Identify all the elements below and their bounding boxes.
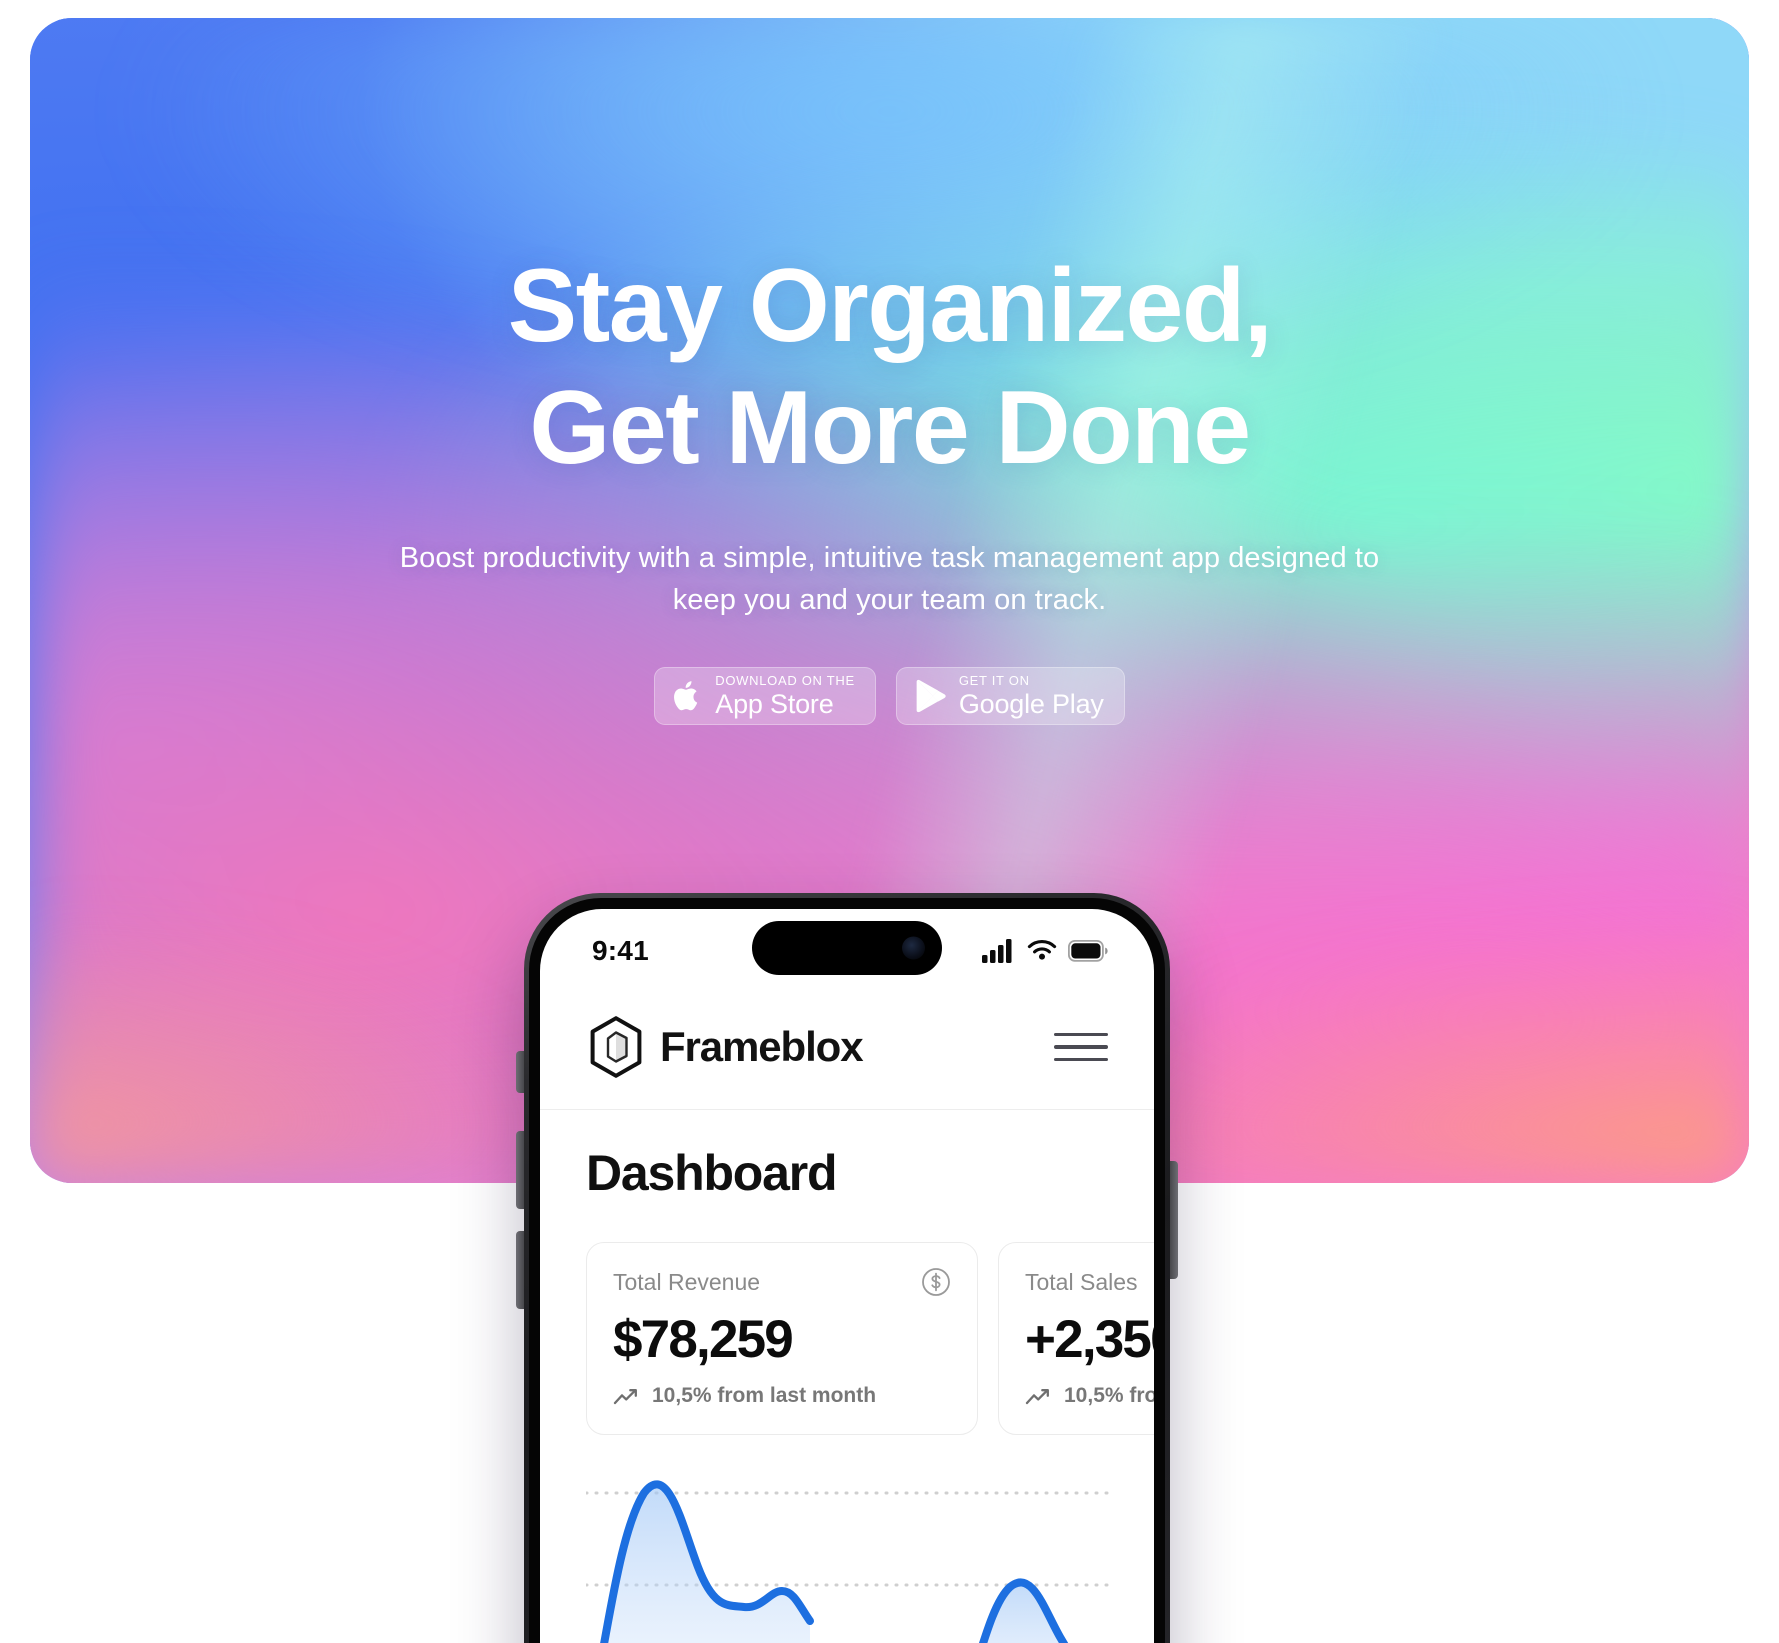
app-body: Dashboard Total Revenue $78,259 10,5% fr… bbox=[540, 1110, 1154, 1643]
revenue-area-chart-svg bbox=[586, 1480, 1116, 1643]
stat-card-header: Total Sales bbox=[1025, 1267, 1154, 1297]
phone-screen: 9:41 Frameblox Dashboard Total Revenue $… bbox=[540, 909, 1154, 1643]
stat-card-total-sales[interactable]: Total Sales +2,350 bbox=[998, 1242, 1154, 1435]
app-header: Frameblox bbox=[540, 993, 1154, 1110]
google-play-icon bbox=[916, 680, 946, 713]
hamburger-bar-3 bbox=[1054, 1057, 1108, 1062]
status-bar: 9:41 bbox=[540, 909, 1154, 993]
status-bar-clock: 9:41 bbox=[592, 935, 649, 966]
page-root: Stay Organized, Get More Done Boost prod… bbox=[0, 0, 1779, 1643]
stat-card-delta: 10,5% from last month bbox=[613, 1384, 951, 1408]
stat-card-delta: 10,5% from last month bbox=[1025, 1384, 1154, 1408]
headline-line-2: Get More Done bbox=[529, 369, 1251, 486]
stat-card-value: +2,350 bbox=[1025, 1310, 1154, 1369]
stat-card-row: Total Revenue $78,259 10,5% from last mo… bbox=[586, 1242, 1154, 1435]
stat-card-delta-text: 10,5% from last month bbox=[1064, 1384, 1154, 1407]
hexagon-cube-logo-icon bbox=[590, 1016, 642, 1078]
store-badges: DOWNLOAD ON THE App Store GET IT ON Goog… bbox=[654, 667, 1125, 726]
dashboard-title: Dashboard bbox=[586, 1145, 838, 1201]
hamburger-bar-2 bbox=[1054, 1045, 1108, 1049]
app-store-top-label: DOWNLOAD ON THE bbox=[715, 673, 855, 689]
hamburger-menu-icon[interactable] bbox=[1054, 1027, 1108, 1068]
app-store-label: DOWNLOAD ON THE App Store bbox=[715, 674, 855, 718]
wifi-icon bbox=[1027, 940, 1057, 960]
stat-card-header: Total Revenue bbox=[613, 1267, 951, 1297]
app-store-main-label: App Store bbox=[715, 689, 834, 720]
phone-power-button[interactable] bbox=[1170, 1161, 1178, 1279]
stat-card-total-revenue[interactable]: Total Revenue $78,259 10,5% from last mo… bbox=[586, 1242, 978, 1435]
hero-subtitle: Boost productivity with a simple, intuit… bbox=[399, 542, 1380, 617]
phone-volume-down-button[interactable] bbox=[516, 1231, 524, 1309]
dollar-circle-icon bbox=[922, 1268, 950, 1296]
apple-icon bbox=[674, 681, 698, 711]
google-play-main-label: Google Play bbox=[958, 689, 1104, 720]
page-title: Stay Organized, Get More Done bbox=[507, 246, 1273, 489]
google-play-button[interactable]: GET IT ON Google Play bbox=[895, 667, 1125, 726]
brand-name: Frameblox bbox=[660, 1023, 864, 1070]
stat-card-delta-text: 10,5% from last month bbox=[652, 1384, 877, 1407]
google-play-top-label: GET IT ON bbox=[958, 673, 1030, 689]
revenue-area-chart bbox=[586, 1471, 1116, 1643]
phone-bezel: 9:41 Frameblox Dashboard Total Revenue $… bbox=[529, 898, 1165, 1643]
stat-card-value: $78,259 bbox=[613, 1310, 794, 1369]
trend-up-icon bbox=[613, 1389, 637, 1405]
cellular-signal-icon bbox=[982, 939, 1012, 963]
chart-area-fill bbox=[604, 1484, 810, 1643]
stat-card-label: Total Revenue bbox=[613, 1268, 761, 1295]
trend-up-icon bbox=[1025, 1389, 1049, 1405]
phone-mockup: 9:41 Frameblox Dashboard Total Revenue $… bbox=[516, 893, 1178, 1643]
battery-icon bbox=[1068, 940, 1108, 962]
dynamic-island bbox=[752, 921, 942, 975]
stat-card-label: Total Sales bbox=[1025, 1268, 1138, 1295]
app-store-button[interactable]: DOWNLOAD ON THE App Store bbox=[654, 667, 876, 726]
headline-line-1: Stay Organized, bbox=[507, 248, 1273, 364]
hamburger-bar-1 bbox=[1054, 1032, 1108, 1037]
phone-volume-up-button[interactable] bbox=[516, 1131, 524, 1209]
google-play-label: GET IT ON Google Play bbox=[959, 674, 1104, 718]
status-bar-icons bbox=[982, 939, 1108, 963]
brand[interactable]: Frameblox bbox=[586, 1015, 864, 1079]
phone-mute-switch[interactable] bbox=[516, 1051, 524, 1093]
front-camera-icon bbox=[902, 936, 925, 960]
